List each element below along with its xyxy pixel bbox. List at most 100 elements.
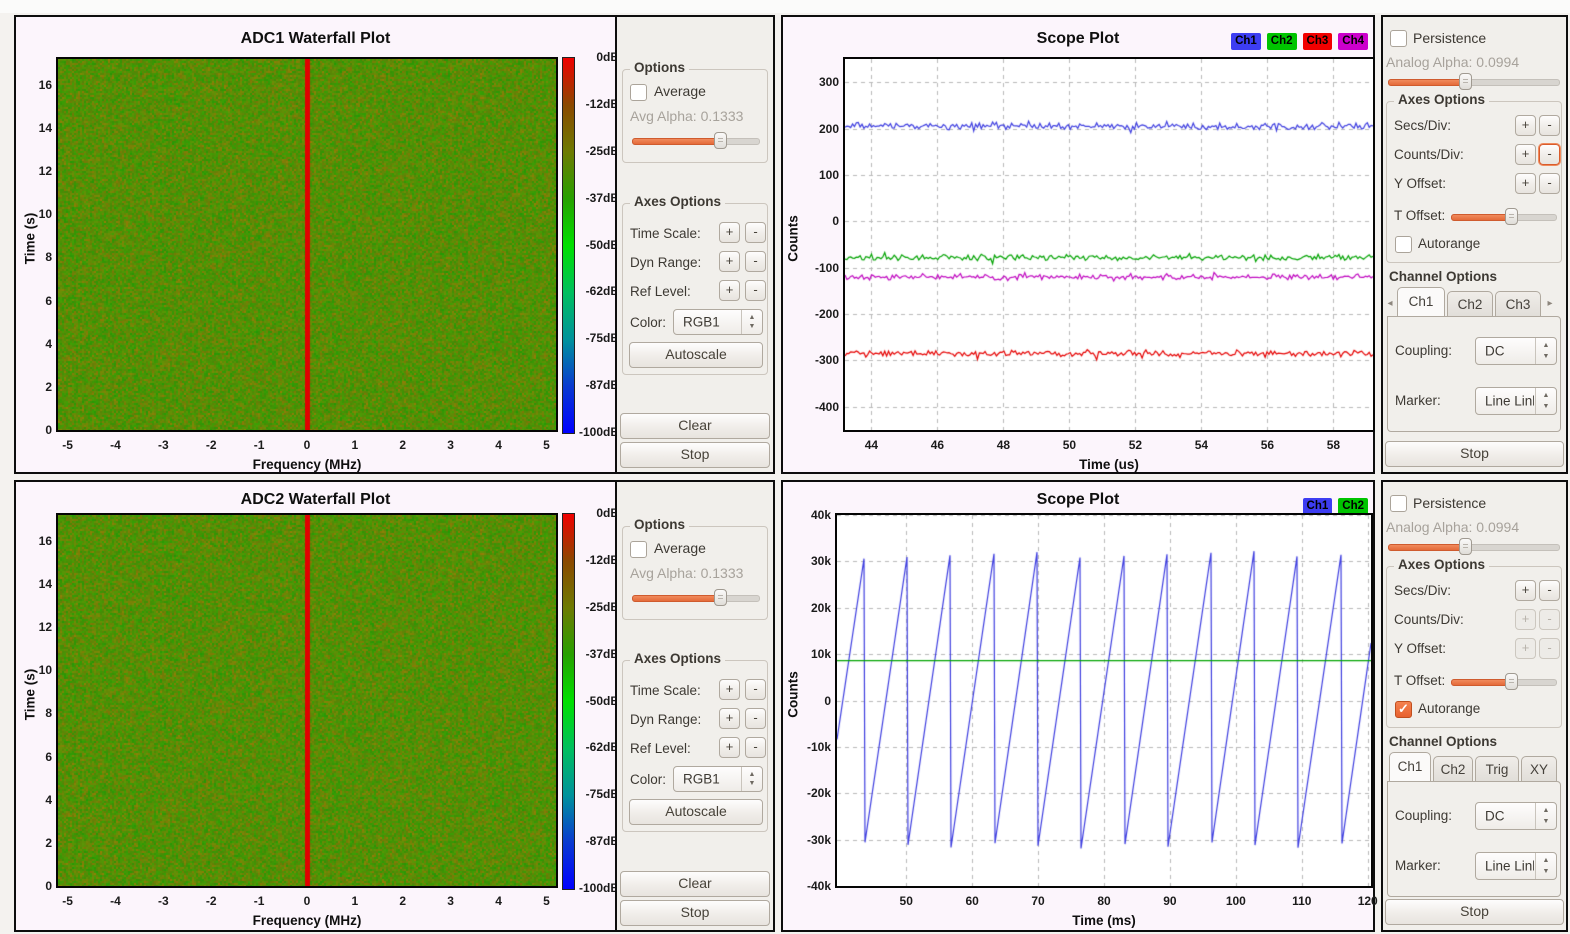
slider-handle[interactable] — [714, 589, 727, 606]
color-value: RGB1 — [683, 772, 740, 787]
sc1-canvas[interactable] — [845, 59, 1373, 430]
y-offset-minus-button[interactable]: - — [1539, 173, 1560, 194]
colorbar-tick-label: -100dB — [575, 425, 619, 439]
spin-down-icon[interactable] — [1536, 403, 1556, 410]
y-offset-minus-button[interactable]: - — [1539, 638, 1560, 659]
ref-level-minus-button[interactable]: - — [745, 280, 766, 301]
axes-options-groupbox: Axes Options Secs/Div: + - Counts/Div: +… — [1386, 566, 1562, 728]
stop-button[interactable]: Stop — [620, 900, 770, 926]
avg-alpha-slider[interactable] — [632, 138, 760, 145]
spin-down-icon[interactable] — [742, 323, 762, 330]
color-spinbox[interactable]: RGB1 — [673, 766, 763, 792]
persistence-checkbox[interactable] — [1390, 495, 1407, 512]
secs-div-plus-button[interactable]: + — [1515, 580, 1536, 601]
tab-xy[interactable]: XY — [1521, 756, 1557, 782]
dyn-range-minus-button[interactable]: - — [745, 251, 766, 272]
avg-alpha-slider[interactable] — [632, 595, 760, 602]
ref-level-plus-button[interactable]: + — [719, 737, 740, 758]
dyn-range-plus-button[interactable]: + — [719, 251, 740, 272]
dyn-range-minus-button[interactable]: - — [745, 708, 766, 729]
color-spinbox[interactable]: RGB1 — [673, 309, 763, 335]
spin-down-icon[interactable] — [1536, 868, 1556, 875]
spin-up-icon[interactable] — [1536, 342, 1556, 349]
slider-handle[interactable] — [714, 132, 727, 149]
stop-button[interactable]: Stop — [620, 442, 770, 468]
scope1-chart[interactable]: 44464850525456583002001000-100-200-300-4… — [783, 17, 1373, 472]
time-scale-minus-button[interactable]: - — [745, 679, 766, 700]
stop-button[interactable]: Stop — [1385, 441, 1564, 467]
counts-div-plus-button[interactable]: + — [1515, 609, 1536, 630]
spin-up-icon[interactable] — [1536, 857, 1556, 864]
autorange-checkbox[interactable] — [1395, 701, 1412, 718]
average-checkbox[interactable] — [630, 541, 647, 558]
axes-options-group-label: Axes Options — [1394, 92, 1489, 107]
spin-down-icon[interactable] — [1536, 818, 1556, 825]
secs-div-plus-button[interactable]: + — [1515, 115, 1536, 136]
x-tick-label: -4 — [93, 438, 137, 452]
slider-handle[interactable] — [1459, 73, 1472, 90]
colorbar-tick-label: -75dB — [575, 787, 619, 801]
spin-down-icon[interactable] — [742, 780, 762, 787]
counts-div-minus-button[interactable]: - — [1539, 609, 1560, 630]
x-tick-label: 60 — [950, 894, 994, 908]
stop-button[interactable]: Stop — [1385, 899, 1564, 925]
marker-spinbox[interactable]: Line Link — [1475, 852, 1557, 880]
adc2-waterfall-chart[interactable]: -5-4-3-2-10123450246810121416 — [16, 482, 615, 930]
t-offset-slider[interactable] — [1451, 679, 1557, 686]
autoscale-button[interactable]: Autoscale — [629, 342, 763, 368]
average-checkbox[interactable] — [630, 84, 647, 101]
counts-div-minus-button[interactable]: - — [1539, 144, 1560, 165]
analog-alpha-slider[interactable] — [1388, 79, 1560, 86]
spin-up-icon[interactable] — [742, 314, 762, 321]
secs-div-minus-button[interactable]: - — [1539, 580, 1560, 601]
spin-up-icon[interactable] — [1536, 807, 1556, 814]
tab-trig[interactable]: Trig — [1475, 756, 1519, 782]
ref-level-plus-button[interactable]: + — [719, 280, 740, 301]
clear-button[interactable]: Clear — [620, 413, 770, 439]
slider-handle[interactable] — [1505, 673, 1518, 690]
axes-options-groupbox: Axes Options Time Scale: + - Dyn Range: … — [622, 203, 768, 375]
x-tick-label: -5 — [46, 894, 90, 908]
tab-scroll-left-icon[interactable] — [1385, 291, 1395, 317]
spin-up-icon[interactable] — [742, 771, 762, 778]
autoscale-button[interactable]: Autoscale — [629, 799, 763, 825]
marker-spinbox[interactable]: Line Link — [1475, 387, 1557, 415]
y-offset-plus-button[interactable]: + — [1515, 173, 1536, 194]
adc2-options-column: Options Average Avg Alpha: 0.1333 Axes O… — [615, 482, 773, 930]
time-scale-minus-button[interactable]: - — [745, 222, 766, 243]
spin-up-icon[interactable] — [1536, 392, 1556, 399]
dyn-range-plus-button[interactable]: + — [719, 708, 740, 729]
tab-scroll-right-icon[interactable] — [1545, 291, 1555, 317]
tab-ch2[interactable]: Ch2 — [1433, 756, 1473, 782]
y-tick-label: -30k — [787, 833, 831, 847]
ref-level-minus-button[interactable]: - — [745, 737, 766, 758]
secs-div-minus-button[interactable]: - — [1539, 115, 1560, 136]
counts-div-plus-button[interactable]: + — [1515, 144, 1536, 165]
coupling-spinbox[interactable]: DC — [1475, 337, 1557, 365]
y-offset-plus-button[interactable]: + — [1515, 638, 1536, 659]
coupling-spinbox[interactable]: DC — [1475, 802, 1557, 830]
autorange-checkbox[interactable] — [1395, 236, 1412, 253]
wf2-canvas[interactable] — [58, 515, 556, 886]
clear-button[interactable]: Clear — [620, 871, 770, 897]
persistence-checkbox[interactable] — [1390, 30, 1407, 47]
tab-ch3[interactable]: Ch3 — [1495, 291, 1541, 317]
tab-ch2[interactable]: Ch2 — [1447, 291, 1493, 317]
wf1-canvas[interactable] — [58, 59, 556, 430]
scope2-chart[interactable]: 506070809010011012040k30k20k10k0-10k-20k… — [783, 482, 1373, 930]
x-axis-label: Time (us) — [845, 457, 1373, 472]
time-scale-plus-button[interactable]: + — [719, 679, 740, 700]
slider-handle[interactable] — [1505, 208, 1518, 225]
spin-down-icon[interactable] — [1536, 353, 1556, 360]
tab-ch1[interactable]: Ch1 — [1389, 752, 1431, 782]
adc1-waterfall-chart[interactable]: -5-4-3-2-10123450246810121416 — [16, 17, 615, 472]
adc1-options-column: Options Average Avg Alpha: 0.1333 Axes O… — [615, 17, 773, 472]
x-tick-label: 4 — [477, 438, 521, 452]
tab-ch1[interactable]: Ch1 — [1397, 287, 1445, 317]
sc2-canvas[interactable] — [837, 515, 1371, 886]
slider-handle[interactable] — [1459, 538, 1472, 555]
time-scale-plus-button[interactable]: + — [719, 222, 740, 243]
y-axis-label: Time (s) — [23, 199, 38, 279]
t-offset-slider[interactable] — [1451, 214, 1557, 221]
analog-alpha-slider[interactable] — [1388, 544, 1560, 551]
